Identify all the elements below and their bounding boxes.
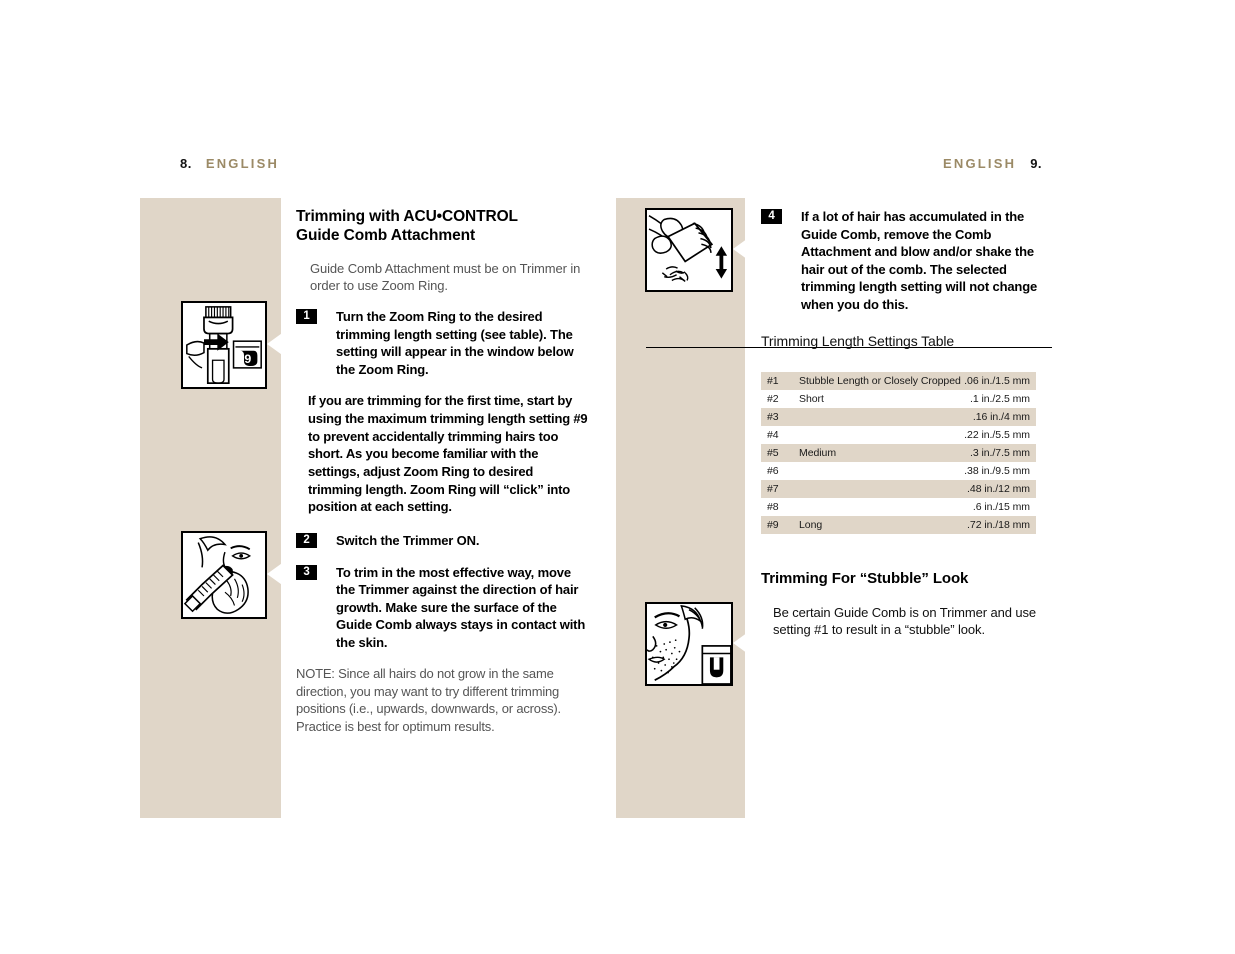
lead-paragraph: Guide Comb Attachment must be on Trimmer…	[310, 260, 581, 293]
section-title-line1: Trimming with ACU•CONTROL	[296, 208, 518, 225]
step-3-text: To trim in the most effective way, move …	[336, 564, 586, 650]
table-heading-rule	[646, 347, 1052, 348]
stubble-look-paragraph: Be certain Guide Comb is on Trimmer and …	[773, 605, 1037, 638]
setting-description: Short	[799, 393, 824, 405]
language-label-right: ENGLISH	[943, 156, 1017, 171]
section-title-trimming-with-acu-control: Trimming with ACU•CONTROL Guide Comb Att…	[296, 208, 588, 246]
table-row: #3 .16 in./4 mm	[761, 408, 1036, 426]
language-label-left: ENGLISH	[205, 156, 280, 171]
trimming-beard-illustration	[181, 531, 267, 619]
setting-length: .22 in./5.5 mm	[964, 429, 1030, 441]
setting-number: #3	[767, 411, 779, 423]
step-1-badge: 1	[296, 309, 317, 325]
setting-description	[799, 480, 963, 498]
right-text-column: 4 If a lot of hair has accumulated in th…	[761, 208, 1053, 349]
setting-length: .3 in./7.5 mm	[969, 447, 1030, 459]
step-3: 3 To trim in the most effective way, mov…	[296, 564, 588, 652]
section-title-stubble-look: Trimming For “Stubble” Look	[761, 570, 969, 587]
setting-length: .16 in./4 mm	[972, 411, 1030, 423]
step-2-text: Switch the Trimmer ON.	[336, 533, 480, 549]
step-4: 4 If a lot of hair has accumulated in th…	[761, 208, 1053, 313]
shake-comb-illustration	[645, 208, 733, 292]
page-number-left: 8.	[180, 156, 192, 171]
setting-number: #2	[767, 393, 779, 405]
page-number-right: 9.	[1030, 156, 1043, 171]
section-title-line2: Guide Comb Attachment	[296, 226, 476, 244]
table-row: #7 .48 in./12 mm	[761, 480, 1036, 498]
setting-length: .6 in./15 mm	[972, 501, 1030, 513]
setting-length: .48 in./12 mm	[967, 483, 1030, 495]
setting-description: Long	[799, 519, 823, 531]
setting-description: Stubble Length or Closely Cropped	[799, 375, 961, 387]
step-1-text: Turn the Zoom Ring to the desired trimmi…	[336, 309, 574, 377]
first-time-paragraph: If you are trimming for the first time, …	[308, 393, 588, 515]
setting-description	[799, 426, 963, 444]
step-4-text: If a lot of hair has accumulated in the …	[801, 209, 1038, 312]
table-row: #9 Long .72 in./18 mm	[761, 516, 1036, 534]
step-2-badge: 2	[296, 533, 317, 549]
setting-number: #9	[767, 519, 779, 531]
setting-number: #4	[767, 429, 779, 441]
trimming-length-settings-table: #1 Stubble Length or Closely Cropped .06 i…	[761, 372, 1036, 534]
table-row: #1 Stubble Length or Closely Cropped .06 i…	[761, 372, 1036, 390]
setting-description: Medium	[799, 447, 837, 459]
table-row: #6 .38 in./9.5 mm	[761, 462, 1036, 480]
table-row: #8 .6 in./15 mm	[761, 498, 1036, 516]
step-3-badge: 3	[296, 564, 317, 580]
setting-number: #5	[767, 447, 779, 459]
trimmer-zoom-ring-illustration: 9	[181, 301, 267, 389]
setting-description	[799, 462, 963, 480]
setting-description	[799, 498, 963, 516]
setting-length: .1 in./2.5 mm	[969, 393, 1030, 405]
step-4-badge: 4	[761, 209, 782, 224]
sidebar-band-left	[140, 198, 281, 818]
setting-length: .72 in./18 mm	[967, 519, 1030, 531]
settings-table-body: #1 Stubble Length or Closely Cropped .06 i…	[761, 372, 1036, 534]
setting-number: #7	[767, 483, 779, 495]
left-text-column: Trimming with ACU•CONTROL Guide Comb Att…	[296, 208, 588, 735]
note-paragraph: NOTE: Since all hairs do not grow in the…	[296, 666, 561, 734]
stubble-face-illustration	[645, 602, 733, 686]
table-row: #4 .22 in./5.5 mm	[761, 426, 1036, 444]
svg-text:9: 9	[244, 352, 251, 366]
running-head-left: 8. ENGLISH	[180, 156, 279, 171]
setting-description	[799, 408, 963, 426]
step-2: 2 Switch the Trimmer ON.	[296, 532, 588, 550]
step-1: 1 Turn the Zoom Ring to the desired trim…	[296, 308, 588, 378]
setting-length: .06 in./1.5 mm	[964, 375, 1030, 387]
setting-number: #8	[767, 501, 779, 513]
setting-number: #6	[767, 465, 779, 477]
table-row: #5 Medium .3 in./7.5 mm	[761, 444, 1036, 462]
table-row: #2 Short .1 in./2.5 mm	[761, 390, 1036, 408]
setting-length: .38 in./9.5 mm	[964, 465, 1030, 477]
setting-number: #1	[767, 375, 779, 387]
running-head-right: ENGLISH 9.	[943, 156, 1042, 171]
